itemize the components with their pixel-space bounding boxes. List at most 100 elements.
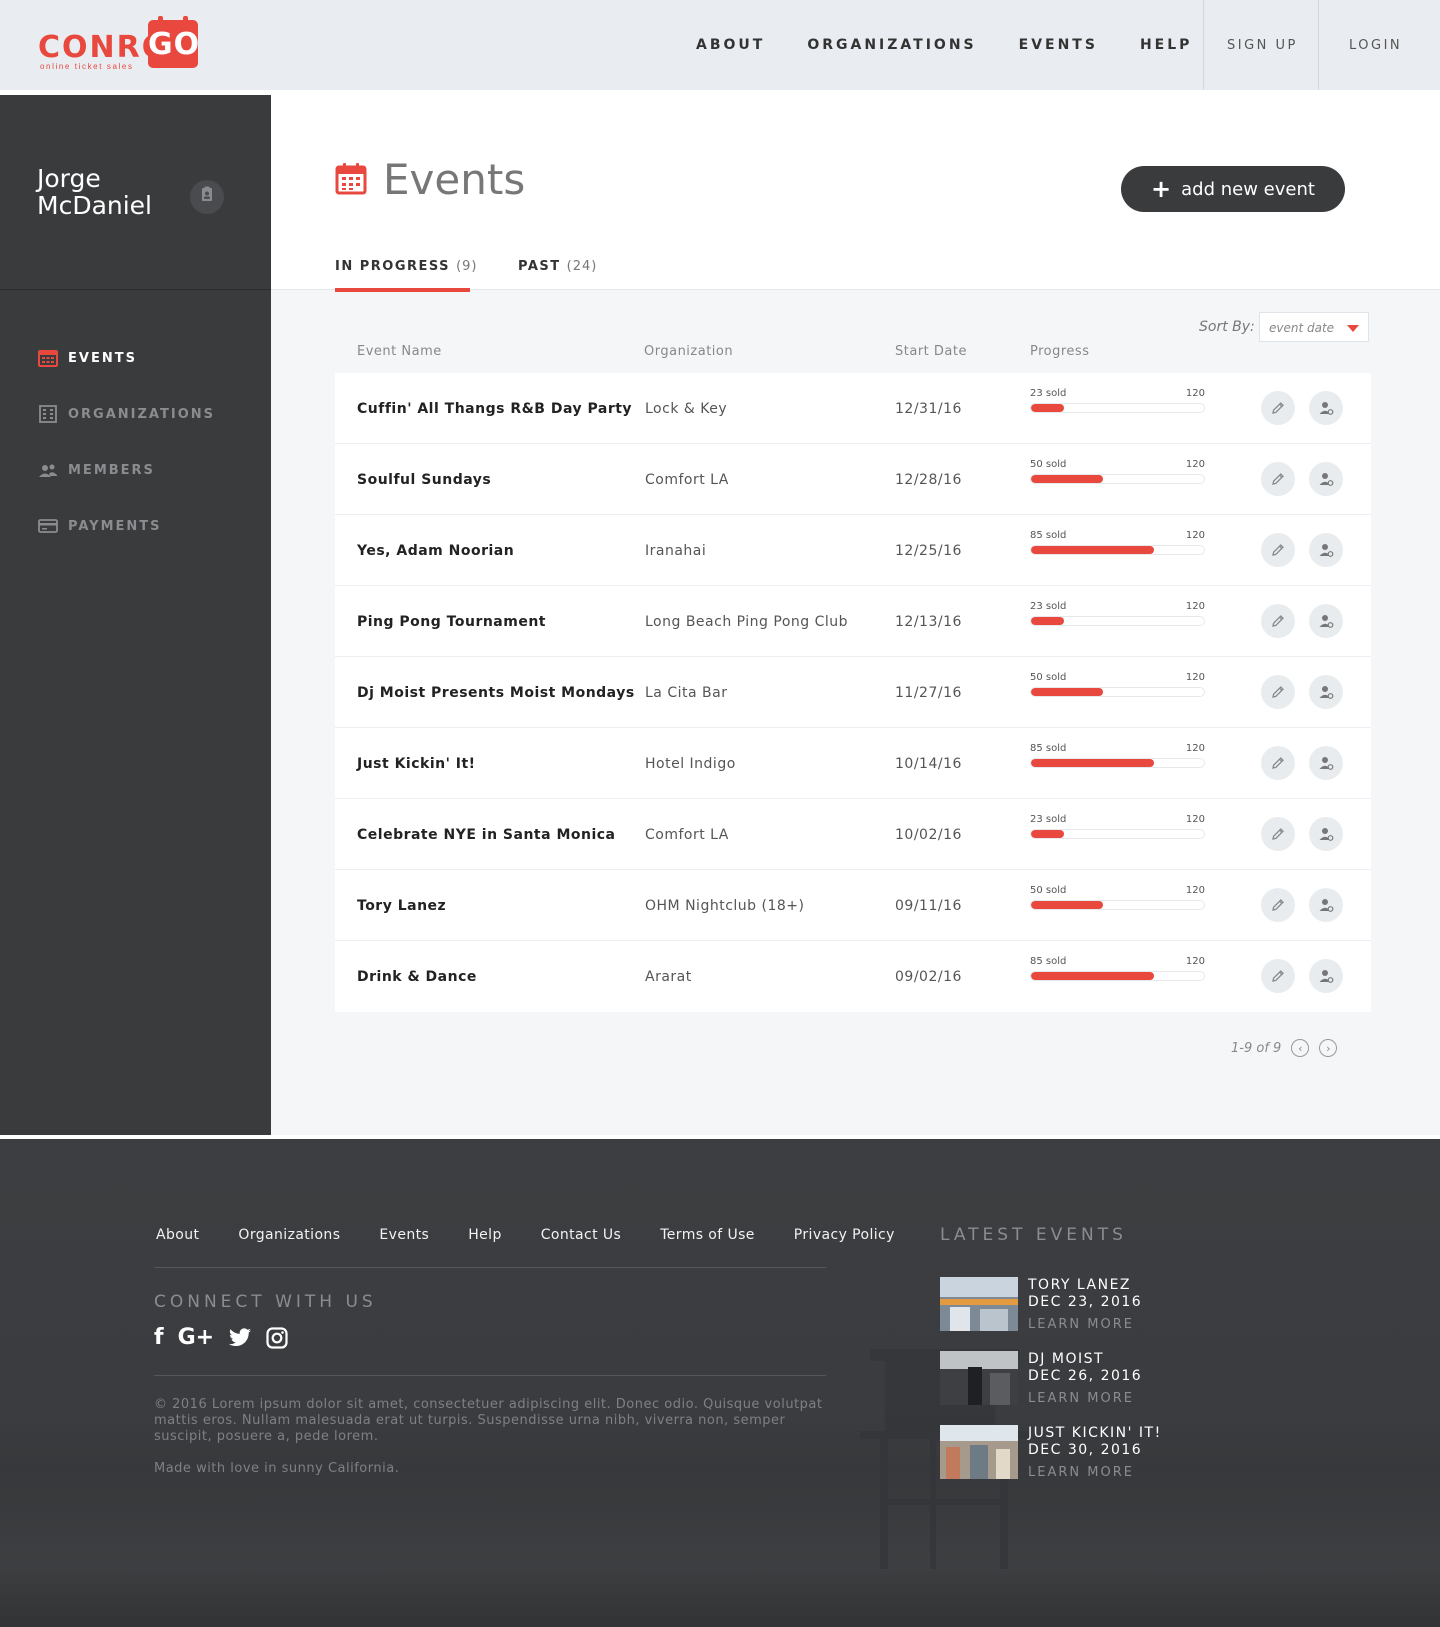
event-name[interactable]: Tory Lanez — [357, 870, 446, 941]
attendees-button[interactable] — [1309, 391, 1343, 425]
event-name[interactable]: Celebrate NYE in Santa Monica — [357, 799, 616, 870]
attendees-button[interactable] — [1309, 604, 1343, 638]
sold-count: 50 sold — [1030, 459, 1067, 470]
organization-name: Ararat — [645, 968, 692, 985]
user-icon — [1318, 471, 1334, 487]
logo-tagline: online ticket sales — [40, 62, 134, 71]
organization-name: OHM Nightclub (18+) — [645, 897, 805, 914]
edit-button[interactable] — [1261, 391, 1295, 425]
attendees-button[interactable] — [1309, 675, 1343, 709]
table-row[interactable]: Cuffin' All Thangs R&B Day Party Lock & K… — [335, 373, 1371, 444]
user-icon — [1318, 897, 1334, 913]
progress-meter: 23 sold 120 — [1030, 814, 1205, 839]
sidebar-divider — [0, 289, 271, 290]
learn-more-link[interactable]: LEARN MORE — [1028, 1391, 1134, 1406]
login-link[interactable]: LOGIN — [1349, 0, 1402, 90]
event-name[interactable]: Yes, Adam Noorian — [357, 515, 514, 586]
chevron-left-icon[interactable]: ‹ — [1291, 1039, 1310, 1057]
brand-logo[interactable]: CONRO GO online ticket sales — [38, 16, 208, 72]
sidebar-item-events[interactable]: EVENTS — [38, 330, 215, 386]
google-plus-icon[interactable]: G+ — [178, 1325, 215, 1350]
latest-event-item[interactable]: DJ MOIST DEC 26, 2016 LEARN MORE — [940, 1351, 1240, 1411]
footer-link-privacy[interactable]: Privacy Policy — [794, 1227, 895, 1243]
column-header-organization: Organization — [644, 344, 734, 359]
table-row[interactable]: Celebrate NYE in Santa Monica Comfort LA 1… — [335, 799, 1371, 870]
sort-label: Sort By: — [1199, 319, 1255, 335]
edit-button[interactable] — [1261, 604, 1295, 638]
footer-link-help[interactable]: Help — [468, 1227, 502, 1243]
edit-button[interactable] — [1261, 533, 1295, 567]
footer-link-contact[interactable]: Contact Us — [541, 1227, 621, 1243]
learn-more-link[interactable]: LEARN MORE — [1028, 1465, 1134, 1480]
signup-link[interactable]: SIGN UP — [1227, 0, 1298, 90]
progress-fill — [1031, 759, 1154, 767]
progress-bar — [1030, 474, 1205, 484]
edit-button[interactable] — [1261, 888, 1295, 922]
progress-meter: 85 sold 120 — [1030, 743, 1205, 768]
sidebar-item-payments[interactable]: PAYMENTS — [38, 498, 215, 554]
sidebar-item-label: ORGANIZATIONS — [68, 406, 215, 422]
progress-fill — [1031, 546, 1154, 554]
nav-about[interactable]: ABOUT — [696, 37, 765, 53]
footer-link-organizations[interactable]: Organizations — [238, 1227, 340, 1243]
organization-name: Lock & Key — [645, 400, 728, 417]
sidebar-item-label: MEMBERS — [68, 462, 155, 478]
nav-organizations[interactable]: ORGANIZATIONS — [807, 37, 976, 53]
footer-link-about[interactable]: About — [156, 1227, 199, 1243]
progress-bar — [1030, 758, 1205, 768]
twitter-icon[interactable] — [228, 1327, 252, 1348]
event-name[interactable]: Just Kickin' It! — [357, 728, 476, 799]
attendees-button[interactable] — [1309, 959, 1343, 993]
latest-event-item[interactable]: JUST KICKIN' IT! DEC 30, 2016 LEARN MORE — [940, 1425, 1240, 1485]
attendees-button[interactable] — [1309, 817, 1343, 851]
footer-link-terms[interactable]: Terms of Use — [660, 1227, 755, 1243]
tab-in-progress[interactable]: IN PROGRESS (9) — [335, 259, 478, 274]
table-row[interactable]: Tory Lanez OHM Nightclub (18+) 09/11/16 50 … — [335, 870, 1371, 941]
learn-more-link[interactable]: LEARN MORE — [1028, 1317, 1134, 1332]
sidebar-item-members[interactable]: MEMBERS — [38, 442, 215, 498]
instagram-icon[interactable] — [266, 1326, 288, 1349]
top-header: CONRO GO online ticket sales ABOUT ORGAN… — [0, 0, 1440, 90]
latest-event-date: DEC 26, 2016 — [1028, 1368, 1143, 1384]
attendees-button[interactable] — [1309, 746, 1343, 780]
pencil-icon — [1271, 898, 1285, 912]
edit-button[interactable] — [1261, 959, 1295, 993]
edit-button[interactable] — [1261, 817, 1295, 851]
capacity: 120 — [1185, 672, 1205, 683]
event-name[interactable]: Cuffin' All Thangs R&B Day Party — [357, 373, 632, 444]
attendees-button[interactable] — [1309, 533, 1343, 567]
chevron-right-icon[interactable]: › — [1319, 1039, 1338, 1057]
table-row[interactable]: Soulful Sundays Comfort LA 12/28/16 50 sold… — [335, 444, 1371, 515]
connect-heading: CONNECT WITH US — [154, 1292, 377, 1312]
nav-help[interactable]: HELP — [1140, 37, 1192, 53]
event-name[interactable]: Dj Moist Presents Moist Mondays — [357, 657, 635, 728]
progress-meter: 85 sold 120 — [1030, 530, 1205, 555]
user-name: Jorge McDaniel — [37, 165, 152, 219]
table-row[interactable]: Yes, Adam Noorian Iranahai 12/25/16 85 sold… — [335, 515, 1371, 586]
tab-past[interactable]: PAST (24) — [518, 259, 597, 274]
sort-select[interactable]: event date — [1259, 312, 1369, 342]
tab-label: PAST — [518, 259, 561, 274]
footer-link-events[interactable]: Events — [379, 1227, 429, 1243]
sidebar-item-organizations[interactable]: ORGANIZATIONS — [38, 386, 215, 442]
table-row[interactable]: Drink & Dance Ararat 09/02/16 85 sold 120 — [335, 941, 1371, 1012]
sold-count: 85 sold — [1030, 743, 1067, 754]
table-row[interactable]: Dj Moist Presents Moist Mondays La Cita B… — [335, 657, 1371, 728]
event-name[interactable]: Soulful Sundays — [357, 444, 491, 515]
table-row[interactable]: Ping Pong Tournament Long Beach Ping Pong… — [335, 586, 1371, 657]
latest-event-item[interactable]: TORY LANEZ DEC 23, 2016 LEARN MORE — [940, 1277, 1240, 1337]
attendees-button[interactable] — [1309, 462, 1343, 496]
edit-button[interactable] — [1261, 675, 1295, 709]
footer: About Organizations Events Help Contact … — [0, 1139, 1440, 1627]
event-name[interactable]: Drink & Dance — [357, 941, 477, 1012]
event-name[interactable]: Ping Pong Tournament — [357, 586, 546, 657]
edit-button[interactable] — [1261, 462, 1295, 496]
attendees-button[interactable] — [1309, 888, 1343, 922]
sidebar-item-label: PAYMENTS — [68, 518, 162, 534]
user-profile-button[interactable] — [190, 180, 224, 214]
add-new-event-button[interactable]: + add new event — [1121, 166, 1345, 212]
table-row[interactable]: Just Kickin' It! Hotel Indigo 10/14/16 85 s… — [335, 728, 1371, 799]
facebook-icon[interactable]: f — [154, 1325, 164, 1350]
nav-events[interactable]: EVENTS — [1019, 37, 1098, 53]
edit-button[interactable] — [1261, 746, 1295, 780]
